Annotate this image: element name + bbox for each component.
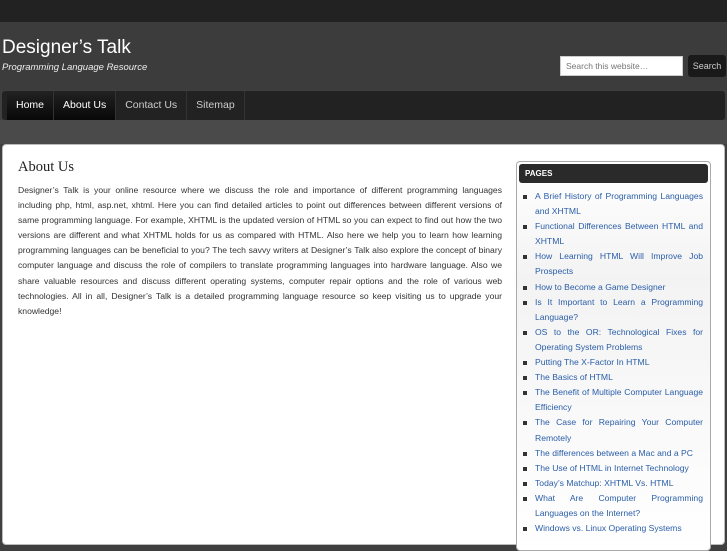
list-item: How to Become a Game Designer — [523, 280, 703, 295]
site-tagline: Programming Language Resource — [2, 62, 148, 73]
page-link[interactable]: A Brief History of Programming Languages… — [535, 191, 703, 216]
list-item: A Brief History of Programming Languages… — [523, 189, 703, 219]
search-button[interactable]: Search — [688, 55, 726, 77]
list-item: The Use of HTML in Internet Technology — [523, 461, 703, 476]
page-link[interactable]: Today’s Matchup: XHTML Vs. HTML — [535, 478, 674, 488]
page-link[interactable]: Functional Differences Between HTML and … — [535, 221, 703, 246]
page-body: Designer’s Talk is your online resource … — [18, 185, 502, 316]
list-item: How Learning HTML Will Improve Job Prosp… — [523, 249, 703, 279]
page-link[interactable]: How Learning HTML Will Improve Job Prosp… — [535, 251, 703, 276]
list-item: Putting The X-Factor In HTML — [523, 355, 703, 370]
nav-home[interactable]: Home — [7, 91, 55, 120]
widget-heading: PAGES — [519, 164, 708, 183]
list-item: The Basics of HTML — [523, 370, 703, 385]
main-nav: Home About Us Contact Us Sitemap — [2, 91, 725, 120]
list-item: The Benefit of Multiple Computer Languag… — [523, 385, 703, 415]
page-link[interactable]: The Case for Repairing Your Computer Rem… — [535, 417, 703, 442]
search-input[interactable] — [560, 56, 683, 76]
list-item: Is It Important to Learn a Programming L… — [523, 295, 703, 325]
header-band — [0, 120, 727, 144]
page-link[interactable]: OS to the OR: Technological Fixes for Op… — [535, 327, 703, 352]
page-link[interactable]: What Are Computer Programming Languages … — [535, 493, 703, 518]
page-link[interactable]: Windows vs. Linux Operating Systems — [535, 523, 682, 533]
nav-contact-us[interactable]: Contact Us — [116, 91, 188, 120]
page-link[interactable]: Is It Important to Learn a Programming L… — [535, 297, 703, 322]
list-item: Functional Differences Between HTML and … — [523, 219, 703, 249]
pages-widget: PAGES A Brief History of Programming Lan… — [516, 161, 711, 551]
nav-sitemap[interactable]: Sitemap — [187, 91, 245, 120]
page-link[interactable]: How to Become a Game Designer — [535, 282, 665, 292]
site-title[interactable]: Designer’s Talk — [2, 37, 131, 59]
page-link[interactable]: The Basics of HTML — [535, 372, 613, 382]
nav-about-us[interactable]: About Us — [54, 91, 117, 120]
page-link[interactable]: The Benefit of Multiple Computer Languag… — [535, 387, 703, 412]
content-area: About Us Designer’s Talk is your online … — [2, 144, 725, 551]
page-title: About Us — [18, 159, 74, 175]
page-link[interactable]: Putting The X-Factor In HTML — [535, 357, 649, 367]
list-item: The differences between a Mac and a PC — [523, 446, 703, 461]
list-item: Windows vs. Linux Operating Systems — [523, 521, 703, 536]
pages-list: A Brief History of Programming Languages… — [517, 185, 710, 536]
page-link[interactable]: The Use of HTML in Internet Technology — [535, 463, 689, 473]
top-bar — [0, 0, 727, 22]
list-item: The Case for Repairing Your Computer Rem… — [523, 415, 703, 445]
list-item: What Are Computer Programming Languages … — [523, 491, 703, 521]
list-item: OS to the OR: Technological Fixes for Op… — [523, 325, 703, 355]
page-link[interactable]: The differences between a Mac and a PC — [535, 448, 693, 458]
list-item: Today’s Matchup: XHTML Vs. HTML — [523, 476, 703, 491]
